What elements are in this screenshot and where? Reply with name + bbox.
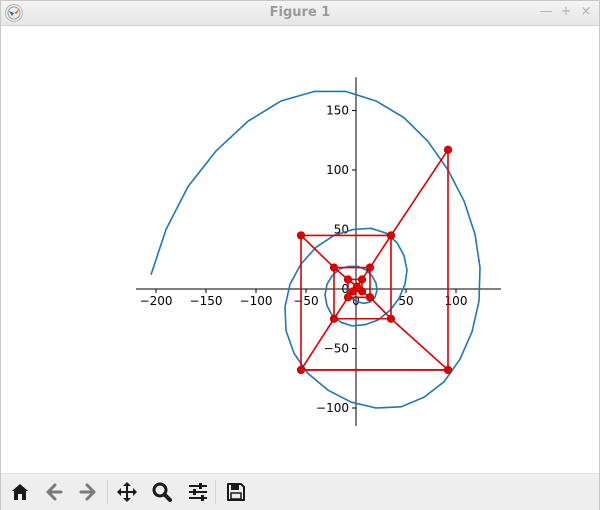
- plot-svg[interactable]: −200 −150 −100 −50 0 50 100−100−50050100150: [1, 26, 599, 473]
- y-tick-label: 100: [326, 163, 349, 177]
- corner-point-marker: [357, 275, 367, 284]
- configure-subplots-button[interactable]: [185, 479, 211, 505]
- x-tick-label: −150: [190, 294, 223, 308]
- back-arrow-icon: [46, 483, 63, 501]
- navigation-toolbar: [1, 473, 599, 510]
- save-button[interactable]: [223, 479, 249, 505]
- home-icon: [12, 484, 28, 500]
- toolbar-separator: [107, 480, 108, 504]
- y-tick-label: −100: [316, 401, 349, 415]
- y-tick-label: 150: [326, 104, 349, 118]
- forward-button[interactable]: [75, 479, 101, 505]
- pan-button[interactable]: [114, 479, 140, 505]
- minimize-button[interactable]: —: [537, 3, 555, 21]
- pan-move-icon: [117, 482, 137, 502]
- back-button[interactable]: [41, 479, 67, 505]
- close-button[interactable]: ×: [577, 3, 595, 21]
- corner-point-marker: [443, 145, 453, 154]
- corner-point-marker: [329, 314, 339, 323]
- corner-point-marker: [329, 263, 339, 272]
- corner-point-marker: [386, 231, 396, 240]
- save-floppy-icon: [227, 483, 245, 501]
- corner-point-marker: [365, 293, 375, 302]
- title-bar[interactable]: Figure 1 — + ×: [1, 1, 599, 26]
- corner-point-marker: [296, 231, 306, 240]
- toolbar-separator: [215, 480, 216, 504]
- corner-point-marker: [443, 365, 453, 375]
- home-button[interactable]: [7, 479, 33, 505]
- y-tick-label: −50: [324, 342, 349, 356]
- figure-canvas[interactable]: −200 −150 −100 −50 0 50 100 −100 −50 0 50 100 150: [1, 26, 599, 473]
- corner-point-marker: [343, 275, 353, 284]
- x-tick-label: −200: [140, 294, 173, 308]
- corner-point-marker: [386, 314, 396, 323]
- corner-point-marker: [352, 282, 362, 291]
- zoom-magnifier-icon: [152, 482, 172, 502]
- window-title: Figure 1: [269, 5, 331, 20]
- diagonals-series-line: [299, 149, 451, 371]
- forward-arrow-icon: [79, 483, 96, 501]
- zoom-button[interactable]: [149, 479, 175, 505]
- x-tick-label: −50: [293, 294, 318, 308]
- maximize-button[interactable]: +: [557, 3, 575, 21]
- corner-point-marker: [365, 263, 375, 272]
- figure-window: Figure 1 — + × −200 −150 −100 −50 0 50 100 −100…: [0, 0, 600, 510]
- corner-point-marker: [296, 365, 306, 375]
- subplots-sliders-icon: [189, 483, 207, 501]
- x-tick-label: −100: [240, 294, 273, 308]
